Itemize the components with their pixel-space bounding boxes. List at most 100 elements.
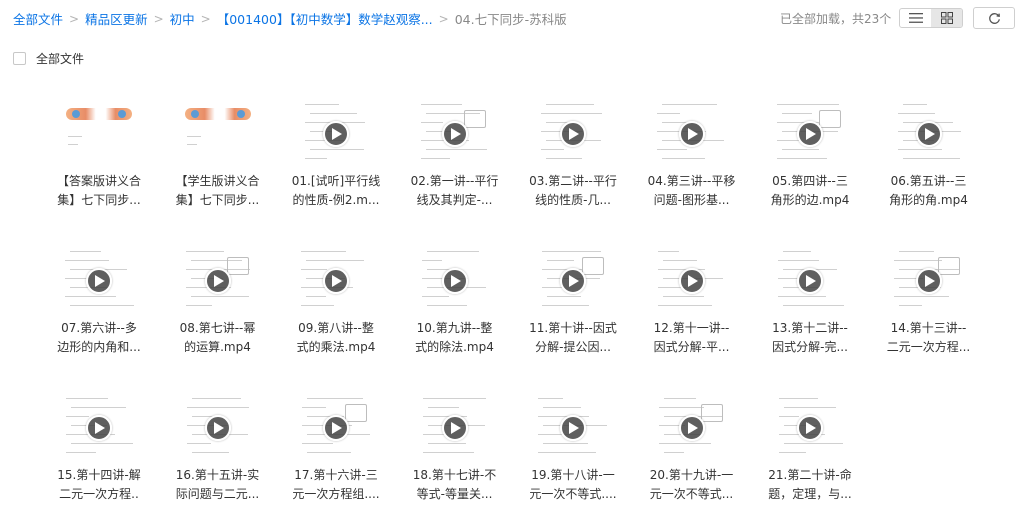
play-icon[interactable]	[560, 268, 586, 294]
play-icon[interactable]	[441, 121, 468, 147]
file-name[interactable]: 10.第九讲--整 式的除法.mp4	[396, 319, 514, 357]
file-name[interactable]: 01.[试听]平行线 的性质-例2.m...	[277, 172, 395, 210]
video-file-item[interactable]: 07.第六讲--多 边形的内角和...	[40, 241, 158, 371]
video-thumbnail[interactable]	[178, 388, 257, 468]
breadcrumb-item[interactable]: 精品区更新	[85, 9, 148, 28]
video-thumbnail[interactable]	[652, 388, 731, 468]
file-name[interactable]: 12.第十一讲-- 因式分解-平...	[633, 319, 751, 357]
video-file-item[interactable]: 08.第七讲--幂 的运算.mp4	[159, 241, 277, 371]
video-file-item[interactable]: 15.第十四讲-解 二元一次方程..	[40, 388, 158, 518]
video-file-item[interactable]: 01.[试听]平行线 的性质-例2.m...	[277, 94, 395, 224]
breadcrumb-item[interactable]: 初中	[170, 9, 195, 28]
video-file-item[interactable]: 20.第十九讲-一 元一次不等式...	[633, 388, 751, 518]
video-thumbnail[interactable]	[652, 241, 731, 321]
video-file-item[interactable]: 13.第十二讲-- 因式分解-完...	[751, 241, 869, 371]
play-icon[interactable]	[678, 415, 705, 441]
play-icon[interactable]	[560, 121, 586, 147]
video-thumbnail[interactable]	[534, 94, 612, 174]
video-file-item[interactable]: 14.第十三讲-- 二元一次方程...	[870, 241, 988, 371]
file-name[interactable]: 08.第七讲--幂 的运算.mp4	[159, 319, 277, 357]
video-thumbnail[interactable]	[60, 241, 138, 321]
play-icon[interactable]	[560, 415, 586, 441]
play-icon[interactable]	[915, 268, 942, 294]
play-icon[interactable]	[204, 415, 231, 441]
file-name[interactable]: 21.第二十讲-命 题，定理，与...	[751, 466, 869, 504]
list-view-button[interactable]	[900, 9, 931, 27]
file-name[interactable]: 19.第十八讲-一 元一次不等式....	[514, 466, 632, 504]
grid-view-button[interactable]	[931, 9, 962, 27]
video-thumbnail[interactable]	[534, 241, 612, 321]
video-file-item[interactable]: 21.第二十讲-命 题，定理，与...	[751, 388, 869, 518]
file-name[interactable]: 15.第十四讲-解 二元一次方程..	[40, 466, 158, 504]
video-file-item[interactable]: 12.第十一讲-- 因式分解-平...	[633, 241, 751, 371]
play-icon[interactable]	[915, 121, 942, 147]
video-file-item[interactable]: 16.第十五讲-实 际问题与二元...	[159, 388, 277, 518]
file-name[interactable]: 05.第四讲--三 角形的边.mp4	[751, 172, 869, 210]
breadcrumb-item[interactable]: 全部文件	[13, 9, 63, 28]
file-name[interactable]: 13.第十二讲-- 因式分解-完...	[751, 319, 869, 357]
video-thumbnail[interactable]	[889, 241, 968, 321]
document-thumbnail[interactable]	[178, 94, 257, 174]
file-name-line-2: 的性质-例2.m...	[292, 193, 380, 207]
video-thumbnail[interactable]	[652, 94, 731, 174]
document-file-item[interactable]: 【答案版讲义合 集】七下同步...	[40, 94, 158, 224]
breadcrumb-item[interactable]: 【001400】【初中数学】数学赵观察...	[217, 9, 433, 28]
video-thumbnail[interactable]	[415, 388, 494, 468]
select-all[interactable]: 全部文件	[13, 50, 84, 67]
video-file-item[interactable]: 06.第五讲--三 角形的角.mp4	[870, 94, 988, 224]
play-icon[interactable]	[86, 268, 112, 294]
document-file-item[interactable]: 【学生版讲义合 集】七下同步...	[159, 94, 277, 224]
file-name[interactable]: 11.第十讲--因式 分解-提公因...	[514, 319, 632, 357]
video-file-item[interactable]: 03.第二讲--平行 线的性质-几...	[514, 94, 632, 224]
file-name[interactable]: 18.第十七讲-不 等式-等量关...	[396, 466, 514, 504]
file-name[interactable]: 07.第六讲--多 边形的内角和...	[40, 319, 158, 357]
video-thumbnail[interactable]	[771, 94, 849, 174]
play-icon[interactable]	[86, 415, 112, 441]
video-file-item[interactable]: 04.第三讲--平移 问题-图形基...	[633, 94, 751, 224]
play-icon[interactable]	[797, 268, 823, 294]
video-file-item[interactable]: 10.第九讲--整 式的除法.mp4	[396, 241, 514, 371]
refresh-button[interactable]	[973, 7, 1015, 29]
video-thumbnail[interactable]	[297, 241, 375, 321]
play-icon[interactable]	[323, 121, 349, 147]
play-icon[interactable]	[441, 415, 468, 441]
video-file-item[interactable]: 09.第八讲--整 式的乘法.mp4	[277, 241, 395, 371]
file-name[interactable]: 16.第十五讲-实 际问题与二元...	[159, 466, 277, 504]
document-thumbnail[interactable]	[60, 94, 138, 174]
video-thumbnail[interactable]	[415, 94, 494, 174]
play-icon[interactable]	[323, 415, 349, 441]
file-name[interactable]: 03.第二讲--平行 线的性质-几...	[514, 172, 632, 210]
file-name[interactable]: 【答案版讲义合 集】七下同步...	[40, 172, 158, 210]
play-icon[interactable]	[678, 121, 705, 147]
video-thumbnail[interactable]	[297, 94, 375, 174]
video-thumbnail[interactable]	[297, 388, 375, 468]
file-name[interactable]: 04.第三讲--平移 问题-图形基...	[633, 172, 751, 210]
play-icon[interactable]	[797, 121, 823, 147]
video-thumbnail[interactable]	[60, 388, 138, 468]
play-icon[interactable]	[323, 268, 349, 294]
file-name[interactable]: 【学生版讲义合 集】七下同步...	[159, 172, 277, 210]
video-file-item[interactable]: 11.第十讲--因式 分解-提公因...	[514, 241, 632, 371]
file-name[interactable]: 17.第十六讲-三 元一次方程组....	[277, 466, 395, 504]
file-name[interactable]: 06.第五讲--三 角形的角.mp4	[870, 172, 988, 210]
video-file-item[interactable]: 19.第十八讲-一 元一次不等式....	[514, 388, 632, 518]
file-name[interactable]: 14.第十三讲-- 二元一次方程...	[870, 319, 988, 357]
file-name[interactable]: 09.第八讲--整 式的乘法.mp4	[277, 319, 395, 357]
file-name[interactable]: 20.第十九讲-一 元一次不等式...	[633, 466, 751, 504]
video-thumbnail[interactable]	[534, 388, 612, 468]
video-thumbnail[interactable]	[178, 241, 257, 321]
video-file-item[interactable]: 18.第十七讲-不 等式-等量关...	[396, 388, 514, 518]
play-icon[interactable]	[678, 268, 705, 294]
video-file-item[interactable]: 05.第四讲--三 角形的边.mp4	[751, 94, 869, 224]
video-thumbnail[interactable]	[771, 241, 849, 321]
play-icon[interactable]	[204, 268, 231, 294]
video-file-item[interactable]: 02.第一讲--平行 线及其判定-...	[396, 94, 514, 224]
video-file-item[interactable]: 17.第十六讲-三 元一次方程组....	[277, 388, 395, 518]
file-name[interactable]: 02.第一讲--平行 线及其判定-...	[396, 172, 514, 210]
video-thumbnail[interactable]	[415, 241, 494, 321]
play-icon[interactable]	[441, 268, 468, 294]
select-all-checkbox[interactable]	[13, 52, 26, 65]
video-thumbnail[interactable]	[889, 94, 968, 174]
play-icon[interactable]	[797, 415, 823, 441]
video-thumbnail[interactable]	[771, 388, 849, 468]
